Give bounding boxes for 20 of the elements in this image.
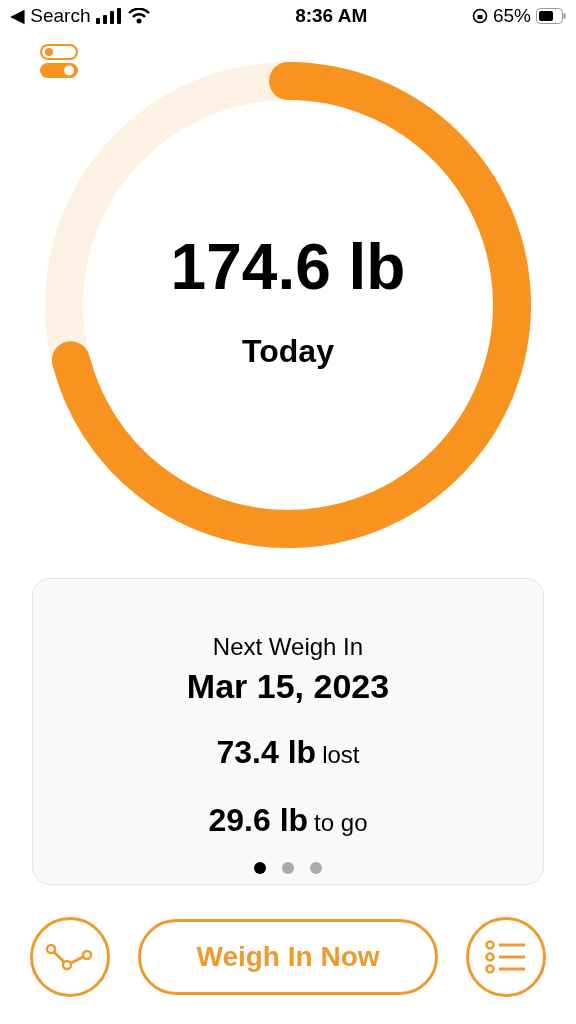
wifi-icon: [128, 8, 151, 24]
weight-value: 174.6 lb: [170, 235, 406, 299]
list-icon: [485, 940, 527, 974]
list-button[interactable]: [466, 917, 546, 997]
battery-icon: [536, 8, 566, 24]
stat-value: 29.6 lb: [208, 800, 309, 840]
battery-percent: 65%: [492, 3, 531, 28]
card-title: Next Weigh In: [212, 632, 364, 662]
clock-time: 8:36 AM: [295, 3, 368, 28]
chart-button[interactable]: [30, 917, 110, 997]
trend-line-icon: [45, 943, 95, 971]
toggles-icon[interactable]: [40, 44, 78, 78]
stat-unit: to go: [314, 807, 368, 838]
signal-icon: [96, 8, 123, 24]
stat-value: 73.4 lb: [216, 732, 317, 772]
rotation-lock-icon: [471, 8, 488, 24]
weight-date-label: Today: [242, 332, 334, 371]
next-date: Mar 15, 2023: [186, 666, 390, 707]
back-link[interactable]: ◀ Search: [10, 1, 91, 31]
stat-unit: lost: [322, 739, 360, 770]
